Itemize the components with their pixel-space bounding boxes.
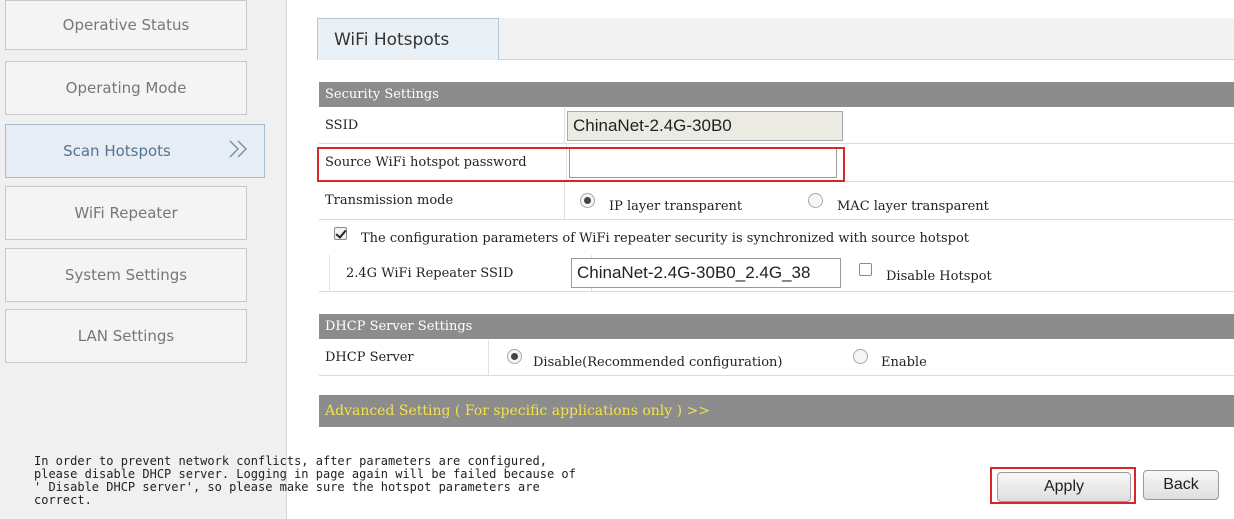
sidebar-item-label: Operating Mode [65,79,187,97]
sync-checkbox[interactable] [334,227,347,240]
section-title: DHCP Server Settings [325,319,473,334]
dhcp-server-row: DHCP Server Disable(Recommended configur… [319,340,1234,376]
sidebar-item-label: WiFi Repeater [74,204,178,222]
dhcp-disable-label: Disable(Recommended configuration) [533,355,783,370]
sync-row: The configuration parameters of WiFi rep… [319,220,1234,255]
sidebar-item-wifi-repeater[interactable]: WiFi Repeater [5,186,247,240]
apply-button-label: Apply [1043,478,1085,495]
dhcp-warning-note: In order to prevent network conflicts, a… [34,454,576,507]
advanced-setting-link[interactable]: Advanced Setting ( For specific applicat… [319,395,1234,427]
password-label: Source WiFi hotspot password [319,144,567,181]
repeater-ssid-row: 2.4G WiFi Repeater SSID Disable Hotspot [319,255,1234,292]
ip-layer-label: IP layer transparent [609,199,743,214]
main-panel: WiFi Hotspots Security Settings SSID Sou… [289,0,1234,519]
section-title: Security Settings [325,87,439,102]
sidebar-item-lan-settings[interactable]: LAN Settings [5,309,247,363]
ssid-row: SSID [319,108,1234,144]
repeater-ssid-label: 2.4G WiFi Repeater SSID [329,255,592,291]
mac-layer-label: MAC layer transparent [837,199,989,214]
tab-label: WiFi Hotspots [334,29,450,50]
apply-button[interactable]: Apply [997,472,1131,502]
back-button[interactable]: Back [1143,470,1219,500]
sidebar-item-scan-hotspots[interactable]: Scan Hotspots [5,124,265,178]
mac-layer-radio[interactable] [808,193,823,208]
disable-hotspot-checkbox[interactable] [859,263,872,276]
dhcp-disable-radio[interactable] [507,349,522,364]
dhcp-enable-label: Enable [881,355,927,370]
sidebar-item-label: Operative Status [62,16,190,34]
dhcp-server-label: DHCP Server [319,340,489,375]
transmission-label: Transmission mode [319,182,565,219]
sidebar-item-operating-mode[interactable]: Operating Mode [5,61,247,115]
disable-hotspot-label: Disable Hotspot [886,269,992,284]
security-settings-header: Security Settings [319,82,1234,107]
tab-bar: WiFi Hotspots [317,18,1234,60]
sidebar-item-system-settings[interactable]: System Settings [5,248,247,302]
sidebar-item-operative-status[interactable]: Operative Status [5,0,247,50]
sidebar-nav: Operative Status Operating Mode Scan Hot… [0,0,287,519]
sync-label: The configuration parameters of WiFi rep… [361,231,970,246]
transmission-row: Transmission mode IP layer transparent M… [319,182,1234,220]
sidebar-item-label: LAN Settings [77,327,175,345]
ssid-label: SSID [319,108,565,143]
double-chevron-right-icon [229,140,248,158]
source-password-input[interactable] [569,148,837,178]
tab-wifi-hotspots[interactable]: WiFi Hotspots [317,18,499,60]
ssid-field[interactable] [567,111,843,141]
dhcp-settings-header: DHCP Server Settings [319,314,1234,339]
back-button-label: Back [1163,476,1199,493]
ip-layer-radio[interactable] [580,193,595,208]
password-row: Source WiFi hotspot password [319,144,1234,182]
sidebar-item-label: Scan Hotspots [63,142,171,160]
advanced-setting-label: Advanced Setting ( For specific applicat… [325,403,710,419]
sidebar-item-label: System Settings [64,266,188,284]
repeater-ssid-input[interactable] [571,258,841,288]
dhcp-enable-radio[interactable] [853,349,868,364]
